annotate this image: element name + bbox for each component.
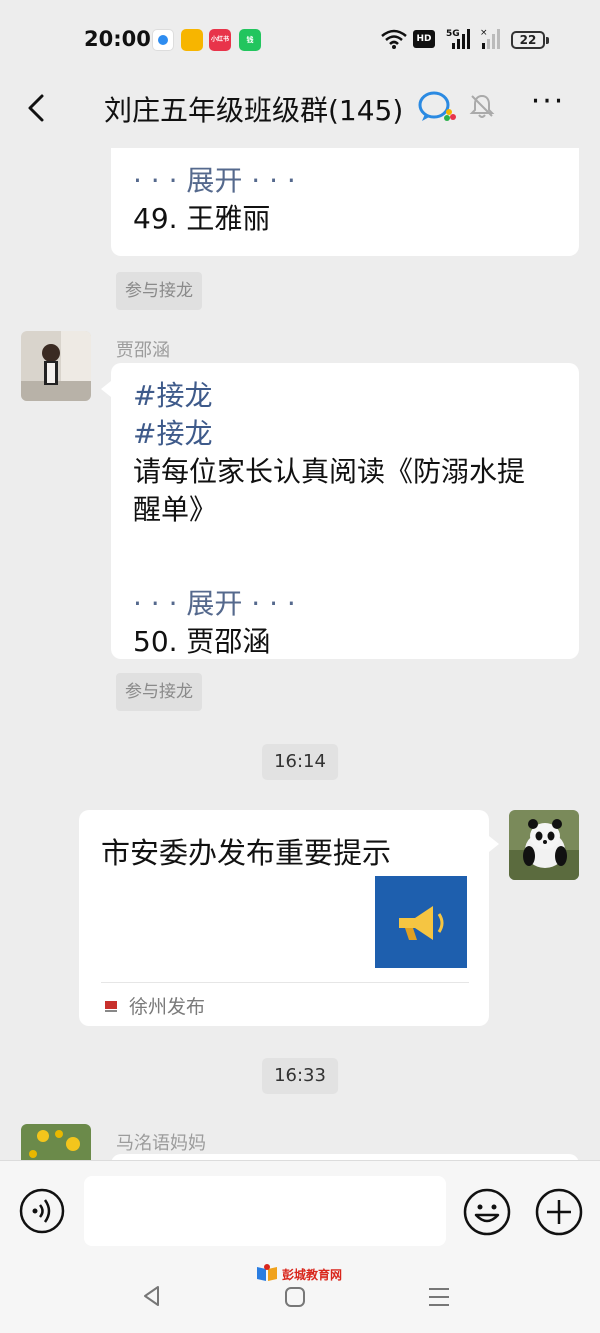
message-input[interactable]: [84, 1176, 446, 1246]
expand-link[interactable]: · · · 展开 · · ·: [133, 162, 296, 200]
card-divider: [101, 982, 469, 983]
nav-menu-icon[interactable]: [428, 1286, 450, 1308]
chat-header: 刘庄五年级班级群(145) ···: [0, 80, 600, 148]
source-logo-icon: [105, 1001, 117, 1012]
nav-home-icon[interactable]: [284, 1286, 306, 1308]
signal-sim2-icon: ×: [480, 28, 500, 49]
card-source: 徐州发布: [129, 996, 206, 1018]
message-list[interactable]: · · · 展开 · · · 49. 王雅丽 参与接龙 贾邵涵 #接龙 #接龙 …: [0, 148, 600, 1160]
notes-app-icon: [181, 29, 203, 51]
battery-indicator: 22: [511, 31, 549, 49]
my-avatar[interactable]: [509, 810, 579, 880]
emoji-icon[interactable]: [462, 1187, 512, 1237]
join-jielong-button[interactable]: 参与接龙: [116, 272, 202, 310]
wifi-icon: [381, 29, 407, 49]
time-divider: 16:14: [262, 744, 338, 780]
system-nav-bar: 彭城教育网: [0, 1258, 600, 1333]
hashtag-jielong[interactable]: #接龙: [133, 415, 212, 453]
svg-text:5G: 5G: [446, 29, 460, 39]
xiaohongshu-app-icon: 小红书: [209, 29, 231, 51]
app-notification-icon: [152, 29, 174, 51]
join-jielong-button[interactable]: 参与接龙: [116, 673, 202, 711]
panda-avatar-photo: [509, 810, 579, 880]
card-title: 市安委办发布重要提示: [101, 836, 392, 870]
flower-avatar-photo: [21, 1124, 91, 1160]
mute-bell-icon: [469, 94, 495, 118]
status-bar: 20:00 小红书 钱 HD 5G × 22: [0, 0, 600, 80]
chat-title[interactable]: 刘庄五年级班级群(145): [104, 89, 403, 129]
voice-icon[interactable]: [18, 1187, 66, 1235]
avatar-photo: [21, 331, 91, 401]
avatar[interactable]: [21, 1124, 91, 1160]
wecom-icon[interactable]: [417, 90, 457, 124]
megaphone-icon: [399, 906, 444, 940]
back-icon[interactable]: [18, 88, 58, 128]
hashtag-jielong[interactable]: #接龙: [133, 377, 212, 415]
sender-name: 贾邵涵: [116, 340, 170, 361]
input-bar: [0, 1160, 600, 1258]
time-divider: 16:33: [262, 1058, 338, 1094]
hd-voice-badge: HD: [413, 30, 435, 48]
jielong-last-entry: 49. 王雅丽: [133, 202, 271, 235]
jielong-last-entry: 50. 贾邵涵: [133, 625, 271, 658]
jielong-message[interactable]: · · · 展开 · · · 49. 王雅丽: [111, 148, 579, 256]
more-icon[interactable]: ···: [528, 87, 568, 122]
status-time: 20:00: [84, 27, 151, 51]
card-thumbnail: [375, 876, 467, 968]
message-line: 请每位家长认真阅读《防溺水提: [133, 455, 526, 488]
svg-text:×: ×: [480, 28, 488, 38]
avatar[interactable]: [21, 331, 91, 401]
watermark-text: 彭城教育网: [282, 1268, 343, 1282]
plus-icon[interactable]: [534, 1187, 584, 1237]
jielong-message[interactable]: #接龙 #接龙 请每位家长认真阅读《防溺水提 醒单》 · · · 展开 · · …: [101, 363, 579, 659]
signal-5g-icon: 5G: [446, 29, 470, 49]
watermark: 彭城教育网: [256, 1263, 356, 1285]
message-line: 醒单》: [133, 493, 218, 526]
sender-name: 马洺语妈妈: [116, 1133, 206, 1154]
expand-link[interactable]: · · · 展开 · · ·: [133, 585, 296, 623]
nav-back-icon[interactable]: [140, 1284, 164, 1308]
book-logo-icon: [257, 1264, 277, 1281]
link-card-message[interactable]: 市安委办发布重要提示 徐州发布: [79, 810, 499, 1026]
wallet-app-icon: 钱: [239, 29, 261, 51]
